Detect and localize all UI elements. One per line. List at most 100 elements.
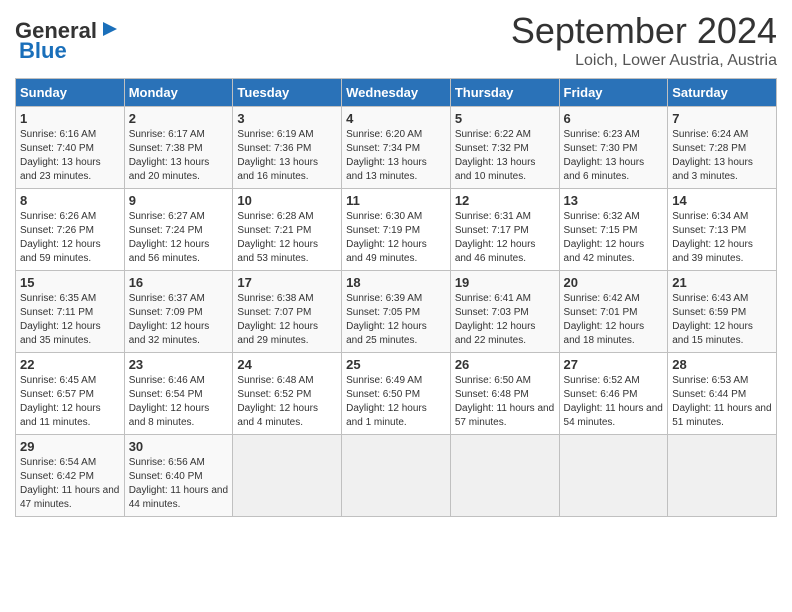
day-detail: Sunrise: 6:54 AMSunset: 6:42 PMDaylight:… — [20, 456, 120, 512]
day-detail: Sunrise: 6:26 AMSunset: 7:26 PMDaylight:… — [20, 210, 120, 266]
calendar-header-cell: Sunday — [16, 79, 125, 107]
calendar-day-cell: 10 Sunrise: 6:28 AMSunset: 7:21 PMDayligh… — [233, 189, 342, 271]
calendar-day-cell: 7 Sunrise: 6:24 AMSunset: 7:28 PMDaylight… — [668, 107, 777, 189]
calendar-day-cell: 1 Sunrise: 6:16 AMSunset: 7:40 PMDaylight… — [16, 107, 125, 189]
day-detail: Sunrise: 6:30 AMSunset: 7:19 PMDaylight:… — [346, 210, 446, 266]
calendar-day-cell: 14 Sunrise: 6:34 AMSunset: 7:13 PMDayligh… — [668, 189, 777, 271]
day-detail: Sunrise: 6:35 AMSunset: 7:11 PMDaylight:… — [20, 292, 120, 348]
calendar-day-cell: 8 Sunrise: 6:26 AMSunset: 7:26 PMDaylight… — [16, 189, 125, 271]
day-detail: Sunrise: 6:19 AMSunset: 7:36 PMDaylight:… — [237, 128, 337, 184]
calendar-day-cell: 16Sunrise: 6:37 AMSunset: 7:09 PMDayligh… — [124, 271, 233, 353]
day-detail: Sunrise: 6:22 AMSunset: 7:32 PMDaylight:… — [455, 128, 555, 184]
day-number: 22 — [20, 357, 120, 372]
calendar-week-row: 1 Sunrise: 6:16 AMSunset: 7:40 PMDaylight… — [16, 107, 777, 189]
day-detail: Sunrise: 6:53 AMSunset: 6:44 PMDaylight:… — [672, 374, 772, 430]
day-number: 16 — [129, 275, 229, 290]
day-detail: Sunrise: 6:32 AMSunset: 7:15 PMDaylight:… — [564, 210, 664, 266]
day-number: 24 — [237, 357, 337, 372]
day-number: 13 — [564, 193, 664, 208]
day-number: 5 — [455, 111, 555, 126]
day-number: 25 — [346, 357, 446, 372]
calendar-day-cell: 17 Sunrise: 6:38 AMSunset: 7:07 PMDayligh… — [233, 271, 342, 353]
day-number: 23 — [129, 357, 229, 372]
calendar-week-row: 8 Sunrise: 6:26 AMSunset: 7:26 PMDaylight… — [16, 189, 777, 271]
calendar-day-cell: 19Sunrise: 6:41 AMSunset: 7:03 PMDayligh… — [450, 271, 559, 353]
day-detail: Sunrise: 6:56 AMSunset: 6:40 PMDaylight:… — [129, 456, 229, 512]
calendar-day-cell — [450, 435, 559, 517]
calendar-day-cell: 23 Sunrise: 6:46 AMSunset: 6:54 PMDayligh… — [124, 353, 233, 435]
day-detail: Sunrise: 6:42 AMSunset: 7:01 PMDaylight:… — [564, 292, 664, 348]
title-area: September 2024 Loich, Lower Austria, Aus… — [511, 10, 777, 70]
day-detail: Sunrise: 6:45 AMSunset: 6:57 PMDaylight:… — [20, 374, 120, 430]
day-number: 3 — [237, 111, 337, 126]
header: General Blue September 2024 Loich, Lower… — [15, 10, 777, 70]
calendar-day-cell: 26 Sunrise: 6:50 AMSunset: 6:48 PMDayligh… — [450, 353, 559, 435]
calendar-week-row: 15 Sunrise: 6:35 AMSunset: 7:11 PMDayligh… — [16, 271, 777, 353]
calendar-day-cell: 18Sunrise: 6:39 AMSunset: 7:05 PMDayligh… — [342, 271, 451, 353]
day-detail: Sunrise: 6:39 AMSunset: 7:05 PMDaylight:… — [346, 292, 446, 348]
day-detail: Sunrise: 6:48 AMSunset: 6:52 PMDaylight:… — [237, 374, 337, 430]
calendar-day-cell — [559, 435, 668, 517]
calendar-header-cell: Tuesday — [233, 79, 342, 107]
calendar-day-cell: 21 Sunrise: 6:43 AMSunset: 6:59 PMDayligh… — [668, 271, 777, 353]
day-number: 8 — [20, 193, 120, 208]
day-detail: Sunrise: 6:34 AMSunset: 7:13 PMDaylight:… — [672, 210, 772, 266]
day-detail: Sunrise: 6:24 AMSunset: 7:28 PMDaylight:… — [672, 128, 772, 184]
calendar-day-cell: 28Sunrise: 6:53 AMSunset: 6:44 PMDayligh… — [668, 353, 777, 435]
calendar-table: SundayMondayTuesdayWednesdayThursdayFrid… — [15, 78, 777, 517]
day-number: 20 — [564, 275, 664, 290]
calendar-header-cell: Monday — [124, 79, 233, 107]
calendar-week-row: 29 Sunrise: 6:54 AMSunset: 6:42 PMDayligh… — [16, 435, 777, 517]
day-detail: Sunrise: 6:52 AMSunset: 6:46 PMDaylight:… — [564, 374, 664, 430]
page-title: September 2024 — [511, 10, 777, 52]
day-number: 21 — [672, 275, 772, 290]
day-number: 29 — [20, 439, 120, 454]
calendar-day-cell: 29 Sunrise: 6:54 AMSunset: 6:42 PMDayligh… — [16, 435, 125, 517]
day-detail: Sunrise: 6:20 AMSunset: 7:34 PMDaylight:… — [346, 128, 446, 184]
day-detail: Sunrise: 6:41 AMSunset: 7:03 PMDaylight:… — [455, 292, 555, 348]
calendar-header-cell: Friday — [559, 79, 668, 107]
day-number: 26 — [455, 357, 555, 372]
calendar-body: 1 Sunrise: 6:16 AMSunset: 7:40 PMDaylight… — [16, 107, 777, 517]
day-number: 11 — [346, 193, 446, 208]
day-detail: Sunrise: 6:49 AMSunset: 6:50 PMDaylight:… — [346, 374, 446, 430]
calendar-week-row: 22 Sunrise: 6:45 AMSunset: 6:57 PMDayligh… — [16, 353, 777, 435]
calendar-day-cell: 24 Sunrise: 6:48 AMSunset: 6:52 PMDayligh… — [233, 353, 342, 435]
logo-icon — [99, 18, 121, 40]
day-detail: Sunrise: 6:50 AMSunset: 6:48 PMDaylight:… — [455, 374, 555, 430]
calendar-day-cell: 9 Sunrise: 6:27 AMSunset: 7:24 PMDaylight… — [124, 189, 233, 271]
day-number: 1 — [20, 111, 120, 126]
calendar-day-cell: 30 Sunrise: 6:56 AMSunset: 6:40 PMDayligh… — [124, 435, 233, 517]
day-detail: Sunrise: 6:38 AMSunset: 7:07 PMDaylight:… — [237, 292, 337, 348]
calendar-day-cell: 2Sunrise: 6:17 AMSunset: 7:38 PMDaylight… — [124, 107, 233, 189]
page-subtitle: Loich, Lower Austria, Austria — [511, 52, 777, 70]
day-number: 15 — [20, 275, 120, 290]
day-detail: Sunrise: 6:46 AMSunset: 6:54 PMDaylight:… — [129, 374, 229, 430]
day-detail: Sunrise: 6:17 AMSunset: 7:38 PMDaylight:… — [129, 128, 229, 184]
calendar-day-cell: 3 Sunrise: 6:19 AMSunset: 7:36 PMDaylight… — [233, 107, 342, 189]
day-number: 9 — [129, 193, 229, 208]
calendar-day-cell: 11 Sunrise: 6:30 AMSunset: 7:19 PMDayligh… — [342, 189, 451, 271]
day-number: 30 — [129, 439, 229, 454]
calendar-day-cell: 22 Sunrise: 6:45 AMSunset: 6:57 PMDayligh… — [16, 353, 125, 435]
day-detail: Sunrise: 6:31 AMSunset: 7:17 PMDaylight:… — [455, 210, 555, 266]
day-number: 7 — [672, 111, 772, 126]
day-detail: Sunrise: 6:27 AMSunset: 7:24 PMDaylight:… — [129, 210, 229, 266]
day-detail: Sunrise: 6:43 AMSunset: 6:59 PMDaylight:… — [672, 292, 772, 348]
day-detail: Sunrise: 6:23 AMSunset: 7:30 PMDaylight:… — [564, 128, 664, 184]
calendar-header-cell: Saturday — [668, 79, 777, 107]
day-number: 17 — [237, 275, 337, 290]
day-detail: Sunrise: 6:16 AMSunset: 7:40 PMDaylight:… — [20, 128, 120, 184]
day-number: 10 — [237, 193, 337, 208]
calendar-day-cell: 20 Sunrise: 6:42 AMSunset: 7:01 PMDayligh… — [559, 271, 668, 353]
calendar-day-cell: 15 Sunrise: 6:35 AMSunset: 7:11 PMDayligh… — [16, 271, 125, 353]
calendar-header-cell: Wednesday — [342, 79, 451, 107]
calendar-day-cell: 6Sunrise: 6:23 AMSunset: 7:30 PMDaylight… — [559, 107, 668, 189]
calendar-day-cell: 12Sunrise: 6:31 AMSunset: 7:17 PMDayligh… — [450, 189, 559, 271]
calendar-day-cell — [233, 435, 342, 517]
calendar-day-cell: 5 Sunrise: 6:22 AMSunset: 7:32 PMDaylight… — [450, 107, 559, 189]
day-number: 14 — [672, 193, 772, 208]
calendar-day-cell: 4Sunrise: 6:20 AMSunset: 7:34 PMDaylight… — [342, 107, 451, 189]
calendar-header-row: SundayMondayTuesdayWednesdayThursdayFrid… — [16, 79, 777, 107]
day-detail: Sunrise: 6:28 AMSunset: 7:21 PMDaylight:… — [237, 210, 337, 266]
